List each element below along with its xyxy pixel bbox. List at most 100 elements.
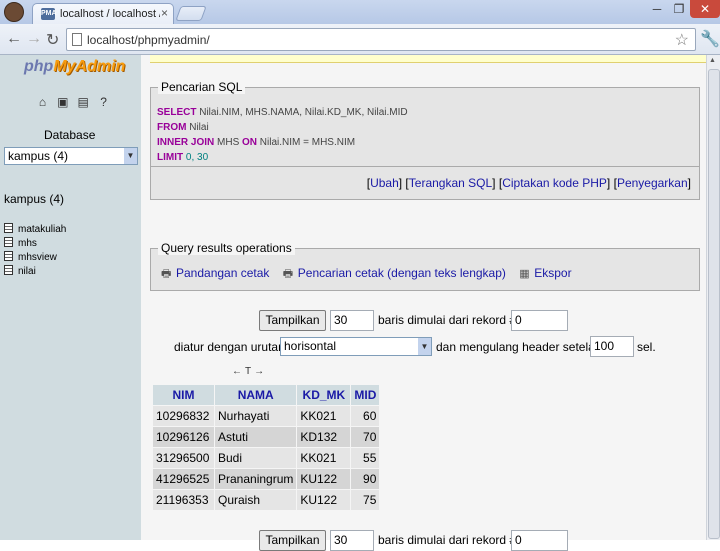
edit-link[interactable]: Ubah [370, 176, 399, 190]
table-row[interactable]: 31296500 Budi KK021 55 [153, 448, 380, 468]
cell-mid: 55 [351, 448, 380, 468]
sql-legend: Pencarian SQL [158, 80, 246, 94]
browser-tab[interactable]: PMA localhost / localhost / kampus × [32, 3, 174, 24]
tab-title: localhost / localhost / kampus [60, 8, 160, 20]
chevron-down-icon[interactable]: ▼ [124, 148, 137, 164]
table-header-row: NIM NAMA KD_MK MID [153, 385, 380, 405]
cell-nim: 10296126 [153, 427, 214, 447]
sidebar-item-matakuliah[interactable]: matakuliah [4, 223, 66, 237]
sql-code: SELECT Nilai.NIM, MHS.NAMA, Nilai.KD_MK,… [157, 105, 408, 165]
tab-close-icon[interactable]: × [161, 6, 168, 20]
create-php-code-link[interactable]: Ciptakan kode PHP [502, 176, 607, 190]
sidebar-icon-row: ⌂ ▣ ▤ ? [36, 95, 114, 109]
database-name-link[interactable]: kampus (4) [4, 192, 64, 206]
scroll-up-icon[interactable]: ▲ [709, 57, 716, 64]
maximize-button[interactable]: ❐ [668, 0, 690, 18]
scrollbar-thumb[interactable] [708, 69, 720, 539]
column-header-mid[interactable]: MID [351, 385, 380, 405]
cell-nama: Budi [215, 448, 297, 468]
cell-nim: 31296500 [153, 448, 214, 468]
sidebar-item-label: mhs [18, 238, 37, 249]
query-window-icon[interactable]: ▤ [77, 96, 90, 109]
cell-nama: Prananingrum [215, 469, 297, 489]
profile-avatar[interactable] [4, 2, 24, 22]
minimize-button[interactable]: ─ [646, 0, 668, 18]
results-table: NIM NAMA KD_MK MID 10296832 Nurhayati KK… [152, 384, 380, 511]
table-icon[interactable] [4, 265, 13, 275]
cell-nama: Nurhayati [215, 406, 297, 426]
back-arrow-icon[interactable]: ← [6, 30, 22, 48]
query-results-links: 🖶 Pandangan cetak 🖶 Pencarian cetak (denga… [161, 265, 582, 284]
table-row[interactable]: 41296525 Prananingrum KU122 90 [153, 469, 380, 489]
notice-bar [150, 55, 706, 63]
table-row[interactable]: 21196353 Quraish KU122 75 [153, 490, 380, 510]
rows-input[interactable]: 30 [330, 310, 374, 331]
column-sort-arrows[interactable]: ←T→ [232, 366, 267, 377]
database-select[interactable]: kampus (4) ▼ [4, 147, 138, 165]
new-tab-button[interactable] [175, 6, 207, 21]
rows-label: baris dimulai dari rekord # [378, 313, 517, 327]
repeat-header-input[interactable]: 100 [590, 336, 634, 357]
wrench-menu-icon[interactable]: 🔧 [700, 29, 720, 49]
pma-favicon-icon: PMA [41, 8, 57, 20]
close-window-button[interactable]: ✕ [690, 0, 720, 18]
print-icon[interactable]: 🖶 [283, 265, 295, 284]
export-link[interactable]: Ekspor [534, 266, 571, 280]
sql-line: SELECT Nilai.NIM, MHS.NAMA, Nilai.KD_MK,… [157, 107, 408, 118]
cells-label: sel. [637, 340, 656, 354]
order-label: diatur dengan urutan [174, 340, 285, 354]
database-select-value: kampus (4) [8, 149, 69, 163]
cell-mid: 60 [351, 406, 380, 426]
explain-sql-link[interactable]: Terangkan SQL [409, 176, 492, 190]
cell-nim: 10296832 [153, 406, 214, 426]
print-view-full-text-link[interactable]: Pencarian cetak (dengan teks lengkap) [298, 266, 506, 280]
home-icon[interactable]: ⌂ [36, 96, 49, 109]
page-icon [72, 33, 82, 46]
sidebar-item-mhs[interactable]: mhs [4, 237, 66, 251]
left-navigation-frame: phpMyAdmin ⌂ ▣ ▤ ? Database kampus (4) ▼… [0, 55, 141, 540]
start-record-input[interactable]: 0 [511, 310, 568, 331]
column-header-nim[interactable]: NIM [153, 385, 214, 405]
sql-line: INNER JOIN MHS ON Nilai.NIM = MHS.NIM [157, 137, 356, 148]
chevron-down-icon[interactable]: ▼ [418, 338, 431, 355]
table-icon[interactable] [4, 237, 13, 247]
print-view-link[interactable]: Pandangan cetak [176, 266, 269, 280]
cell-nama: Astuti [215, 427, 297, 447]
reload-icon[interactable]: ↻ [46, 30, 59, 50]
export-icon[interactable]: ▦ [519, 267, 531, 280]
logo-php: php [24, 58, 54, 75]
column-header-nama[interactable]: NAMA [215, 385, 297, 405]
sidebar-item-nilai[interactable]: nilai [4, 265, 66, 279]
order-select[interactable]: horisontal ▼ [280, 337, 432, 356]
browser-toolbar: ← → ↻ localhost/phpmyadmin/ ☆ [0, 24, 720, 55]
show-button[interactable]: Tampilkan [259, 310, 326, 331]
sql-icon[interactable]: ▣ [56, 96, 69, 109]
table-icon[interactable] [4, 251, 13, 261]
cell-kd-mk: KK021 [297, 406, 351, 426]
sql-line: LIMIT 0, 30 [157, 152, 209, 163]
logo-myadmin: MyAdmin [53, 58, 126, 75]
column-header-kd-mk[interactable]: KD_MK [297, 385, 351, 405]
rows-input-bottom[interactable]: 30 [330, 530, 374, 551]
sidebar-item-mhsview[interactable]: mhsview [4, 251, 66, 265]
vertical-scrollbar[interactable]: ▲ [706, 55, 720, 540]
sql-line: FROM Nilai [157, 122, 209, 133]
docs-icon[interactable]: ? [97, 96, 110, 109]
table-icon[interactable] [4, 223, 13, 233]
show-button-bottom[interactable]: Tampilkan [259, 530, 326, 551]
sidebar-item-label: matakuliah [18, 224, 67, 235]
address-bar[interactable]: localhost/phpmyadmin/ ☆ [66, 28, 696, 51]
refresh-link[interactable]: Penyegarkan [617, 176, 688, 190]
print-icon[interactable]: 🖶 [161, 265, 173, 284]
start-record-input-bottom[interactable]: 0 [511, 530, 568, 551]
repeat-header-label: dan mengulang header setelah [436, 340, 602, 354]
forward-arrow-icon[interactable]: → [26, 30, 42, 48]
address-url[interactable]: localhost/phpmyadmin/ [87, 33, 210, 47]
rows-label-bottom: baris dimulai dari rekord # [378, 533, 517, 547]
table-row[interactable]: 10296126 Astuti KD132 70 [153, 427, 380, 447]
table-row[interactable]: 10296832 Nurhayati KK021 60 [153, 406, 380, 426]
sql-links-bar: [Ubah] [Terangkan SQL] [Ciptakan kode PH… [150, 167, 700, 200]
bookmark-star-icon[interactable]: ☆ [675, 30, 689, 50]
phpmyadmin-logo[interactable]: phpMyAdmin [24, 58, 125, 76]
sidebar-item-label: nilai [18, 266, 36, 277]
